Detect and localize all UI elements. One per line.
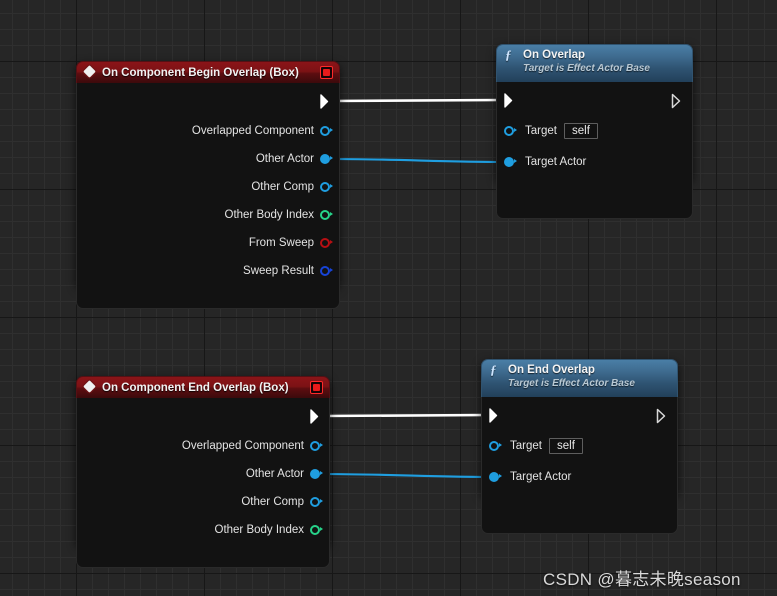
blueprint-graph-canvas[interactable]: On Component Begin Overlap (Box) Overlap… xyxy=(0,0,777,596)
node-title: On Overlap xyxy=(523,49,585,61)
pin-label: Sweep Result xyxy=(243,265,314,277)
event-diamond-icon xyxy=(84,381,97,394)
node-body: Target self Target Actor xyxy=(496,82,693,219)
pin-label: Target xyxy=(510,440,542,452)
exec-out-pin-row[interactable] xyxy=(310,408,322,424)
node-header[interactable]: On Component Begin Overlap (Box) xyxy=(76,61,340,83)
pin-row-other-actor[interactable]: Other Actor xyxy=(246,466,324,482)
pin-other-comp[interactable] xyxy=(320,181,334,193)
function-f-icon: ƒ xyxy=(490,362,497,377)
pin-target-actor[interactable] xyxy=(489,471,503,483)
node-subtitle: Target is Effect Actor Base xyxy=(523,63,650,74)
pin-row-target-actor[interactable]: Target Actor xyxy=(504,154,586,170)
pin-label: Other Comp xyxy=(251,181,314,193)
pin-label: Other Comp xyxy=(241,496,304,508)
pin-row-overlapped-component[interactable]: Overlapped Component xyxy=(182,438,324,454)
node-title: On End Overlap xyxy=(508,364,595,376)
pin-from-sweep[interactable] xyxy=(320,237,334,249)
node-body: Target self Target Actor xyxy=(481,397,678,534)
pin-overlapped-component[interactable] xyxy=(310,440,324,452)
pin-label: Other Body Index xyxy=(214,524,305,536)
pin-row-target[interactable]: Target self xyxy=(504,123,598,139)
node-body: Overlapped Component Other Actor Other C… xyxy=(76,83,340,309)
watermark-text: CSDN @暮志未晚season xyxy=(543,570,741,589)
node-subtitle: Target is Effect Actor Base xyxy=(508,378,635,389)
pin-row-from-sweep[interactable]: From Sweep xyxy=(249,235,334,251)
pin-row-other-comp[interactable]: Other Comp xyxy=(241,494,324,510)
exec-in-pin[interactable] xyxy=(489,407,501,423)
pin-sweep-result[interactable] xyxy=(320,265,334,277)
pin-row-sweep-result[interactable]: Sweep Result xyxy=(243,263,334,279)
pin-label: Other Body Index xyxy=(224,209,315,221)
pin-other-actor[interactable] xyxy=(310,468,324,480)
node-header[interactable]: ƒ On End Overlap Target is Effect Actor … xyxy=(481,359,678,397)
data-wire-other-actor-2 xyxy=(314,472,499,479)
pin-other-body-index[interactable] xyxy=(320,209,334,221)
pin-other-comp[interactable] xyxy=(310,496,324,508)
node-header[interactable]: ƒ On Overlap Target is Effect Actor Base xyxy=(496,44,693,82)
exec-out-pin-row[interactable] xyxy=(320,93,332,109)
target-value-field[interactable]: self xyxy=(563,123,598,139)
node-header[interactable]: On Component End Overlap (Box) xyxy=(76,376,330,398)
node-on-component-begin-overlap[interactable]: On Component Begin Overlap (Box) Overlap… xyxy=(76,61,340,309)
node-on-overlap[interactable]: ƒ On Overlap Target is Effect Actor Base xyxy=(496,44,693,219)
pin-label: Target xyxy=(525,125,557,137)
pin-label: Target Actor xyxy=(510,471,572,483)
pin-label: From Sweep xyxy=(248,237,314,249)
exec-in-pin-row[interactable] xyxy=(504,92,516,108)
exec-out-pin-row[interactable] xyxy=(656,407,668,423)
data-wire-other-actor-1 xyxy=(324,157,514,164)
node-title: On Component Begin Overlap (Box) xyxy=(102,66,299,79)
pin-label: Other Actor xyxy=(255,153,314,165)
pin-row-target-actor[interactable]: Target Actor xyxy=(489,469,571,485)
pin-other-actor[interactable] xyxy=(320,153,334,165)
exec-out-pin[interactable] xyxy=(320,93,332,109)
exec-out-pin[interactable] xyxy=(656,408,668,423)
delegate-square-icon[interactable] xyxy=(320,66,333,79)
pin-row-other-body-index[interactable]: Other Body Index xyxy=(215,522,325,538)
pin-target[interactable] xyxy=(504,125,518,137)
pin-row-target[interactable]: Target self xyxy=(489,438,583,454)
node-on-component-end-overlap[interactable]: On Component End Overlap (Box) Overlappe… xyxy=(76,376,330,568)
exec-out-pin-row[interactable] xyxy=(671,92,683,108)
pin-label: Target Actor xyxy=(525,156,587,168)
event-diamond-icon xyxy=(84,66,97,79)
pin-row-other-body-index[interactable]: Other Body Index xyxy=(225,207,335,223)
pin-label: Other Actor xyxy=(245,468,304,480)
pin-label: Overlapped Component xyxy=(191,125,314,137)
function-f-icon: ƒ xyxy=(505,47,512,62)
exec-wire-begin-overlap xyxy=(329,98,504,103)
target-value-field[interactable]: self xyxy=(548,438,583,454)
node-on-end-overlap[interactable]: ƒ On End Overlap Target is Effect Actor … xyxy=(481,359,678,534)
node-body: Overlapped Component Other Actor Other C… xyxy=(76,398,330,568)
node-title: On Component End Overlap (Box) xyxy=(102,381,289,394)
pin-row-other-comp[interactable]: Other Comp xyxy=(251,179,334,195)
delegate-square-icon[interactable] xyxy=(310,381,323,394)
exec-out-pin[interactable] xyxy=(671,93,683,108)
pin-other-body-index[interactable] xyxy=(310,524,324,536)
exec-in-pin-row[interactable] xyxy=(489,407,501,423)
exec-wire-end-overlap xyxy=(319,413,490,418)
pin-row-overlapped-component[interactable]: Overlapped Component xyxy=(192,123,334,139)
pin-label: Overlapped Component xyxy=(181,440,304,452)
pin-target[interactable] xyxy=(489,440,503,452)
pin-row-other-actor[interactable]: Other Actor xyxy=(256,151,334,167)
exec-out-pin[interactable] xyxy=(310,408,322,424)
pin-target-actor[interactable] xyxy=(504,156,518,168)
exec-in-pin[interactable] xyxy=(504,92,516,108)
pin-overlapped-component[interactable] xyxy=(320,125,334,137)
